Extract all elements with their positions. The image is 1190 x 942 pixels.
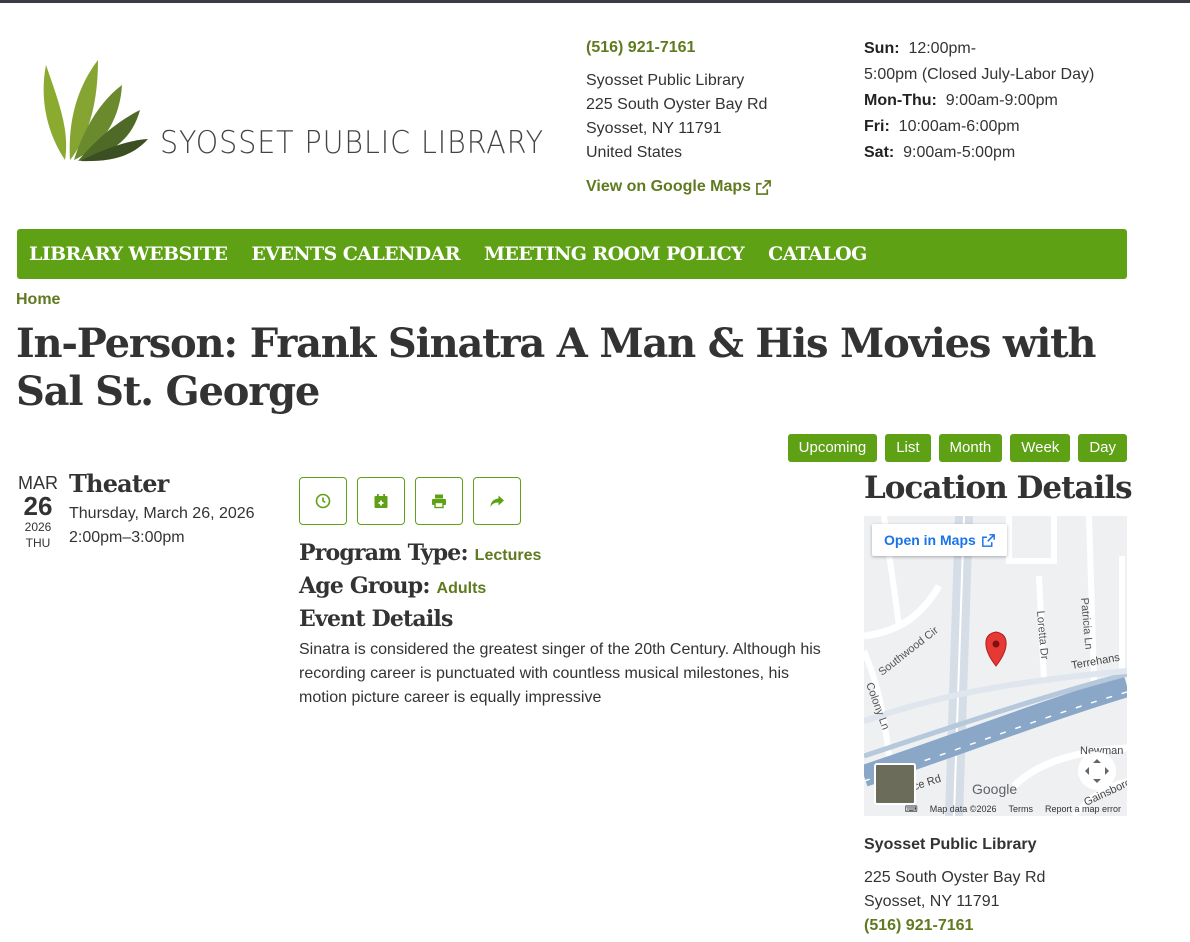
view-day-button[interactable]: Day [1078,434,1127,462]
map-canvas: Southwood Cir Colony Ln Loretta Dr Patri… [864,516,1127,816]
google-maps-link[interactable]: View on Google Maps [586,175,771,199]
hours-row: 5:00pm (Closed July-Labor Day) [864,66,1095,83]
hours-row: Sun: 12:00pm- [864,40,977,57]
logo-text: SYOSSET PUBLIC LIBRARY [160,125,544,161]
view-upcoming-button[interactable]: Upcoming [787,434,878,462]
event-description: Sinatra is considered the greatest singe… [299,641,821,706]
open-in-maps-label: Open in Maps [884,532,976,548]
hours-row: Fri: 10:00am-6:00pm [864,118,1020,135]
event-summary: Theater Thursday, March 26, 2026 2:00pm–… [69,469,255,550]
event-actions [299,477,521,525]
add-to-calendar-button[interactable] [357,477,405,525]
location-city: Syosset, NY 11791 [864,893,1000,910]
nav-meeting-room-policy[interactable]: MEETING ROOM POLICY [484,243,745,265]
hours-block: Sun: 12:00pm- 5:00pm (Closed July-Labor … [864,36,1094,166]
event-details-heading: Event Details [299,606,453,632]
map-data-credit: Map data ©2026 [929,804,997,814]
keyboard-shortcuts-icon[interactable]: ⌨ [905,804,918,815]
header-phone[interactable]: (516) 921-7161 [586,36,771,60]
age-group-value[interactable]: Adults [437,580,487,597]
hours-row: Sat: 9:00am-5:00pm [864,144,1016,161]
address-line: Syosset Public Library [586,72,745,89]
reminder-button[interactable] [299,477,347,525]
share-button[interactable] [473,477,521,525]
map-footer: ⌨ Map data ©2026 Terms Report a map erro… [864,802,1127,816]
clock-icon [315,493,331,509]
program-type-label: Program Type: [299,540,469,566]
google-maps-link-label: View on Google Maps [586,178,752,195]
age-group-row: Age Group: Adults [299,571,829,604]
date-day: 26 [23,491,53,521]
calendar-view-switcher: Upcoming List Month Week Day [787,434,1127,462]
breadcrumb-home[interactable]: Home [16,291,60,309]
printer-icon [432,494,446,509]
view-week-button[interactable]: Week [1010,434,1071,462]
date-month: MAR [18,473,58,493]
satellite-toggle[interactable] [874,763,916,805]
main-nav: LIBRARY WEBSITE EVENTS CALENDAR MEETING … [17,229,1127,279]
print-button[interactable] [415,477,463,525]
nav-events-calendar[interactable]: EVENTS CALENDAR [251,243,460,265]
map-fullscreen-icon[interactable] [1078,752,1116,790]
address-line: Syosset, NY 11791 [586,120,722,137]
share-arrow-icon [490,495,504,507]
event-date: Thursday, March 26, 2026 [69,505,255,522]
location-street: 225 South Oyster Bay Rd [864,869,1046,886]
hours-row: Mon-Thu: 9:00am-9:00pm [864,92,1058,109]
map-terms-link[interactable]: Terms [1008,804,1033,814]
age-group-label: Age Group: [299,573,430,599]
date-weekday: THU [25,536,51,550]
map-report-error-link[interactable]: Report a map error [1045,804,1121,814]
google-logo: Google [972,781,1017,797]
address-line: 225 South Oyster Bay Rd [586,96,768,113]
event-location-name: Theater [69,469,169,498]
date-badge: MAR 26 2026 THU [16,473,60,551]
location-name: Syosset Public Library [864,836,1037,853]
program-type-row: Program Type: Lectures [299,538,829,571]
nav-catalog[interactable]: CATALOG [768,243,867,265]
program-type-value[interactable]: Lectures [475,547,542,564]
open-in-maps-button[interactable]: Open in Maps [872,524,1007,556]
page-title: In-Person: Frank Sinatra A Man & His Mov… [16,320,1096,415]
external-link-icon [756,179,771,195]
view-list-button[interactable]: List [885,434,931,462]
contact-block: (516) 921-7161 Syosset Public Library 22… [586,36,771,199]
event-time: 2:00pm–3:00pm [69,529,185,546]
location-address: 225 South Oyster Bay Rd Syosset, NY 1179… [864,866,1045,938]
location-phone[interactable]: (516) 921-7161 [864,914,1045,938]
view-month-button[interactable]: Month [938,434,1003,462]
address-line: United States [586,144,683,161]
nav-library-website[interactable]: LIBRARY WEBSITE [29,243,228,265]
calendar-add-icon [374,494,388,508]
location-map[interactable]: Southwood Cir Colony Ln Loretta Dr Patri… [864,516,1127,816]
event-meta: Program Type: Lectures Age Group: Adults… [299,538,829,710]
external-link-icon [981,533,995,547]
top-border [0,0,1190,3]
location-details-heading: Location Details [864,470,1133,506]
date-year: 2026 [24,520,52,534]
